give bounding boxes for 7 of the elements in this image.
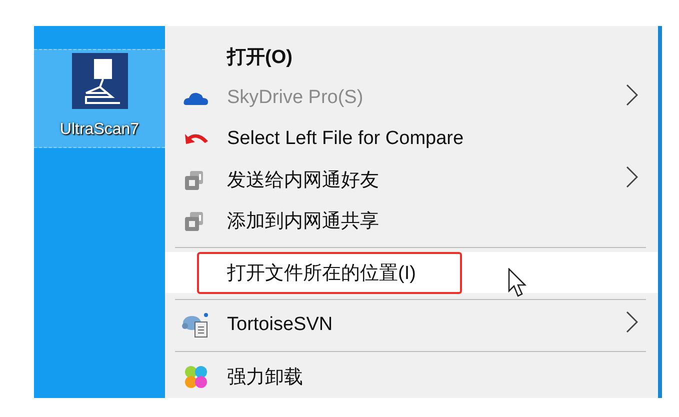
menu-item[interactable]: 强力卸载 xyxy=(165,356,658,397)
menu-item[interactable]: TortoiseSVN xyxy=(165,304,658,345)
menu-item[interactable]: 添加到内网通共享 xyxy=(165,200,658,241)
menu-item[interactable]: Select Left File for Compare xyxy=(165,118,658,159)
icon-label: UltraScan7 xyxy=(60,121,140,139)
menu-item[interactable]: 打开(O) xyxy=(165,36,658,77)
menu-item[interactable]: 发送给内网通好友 xyxy=(165,159,658,200)
